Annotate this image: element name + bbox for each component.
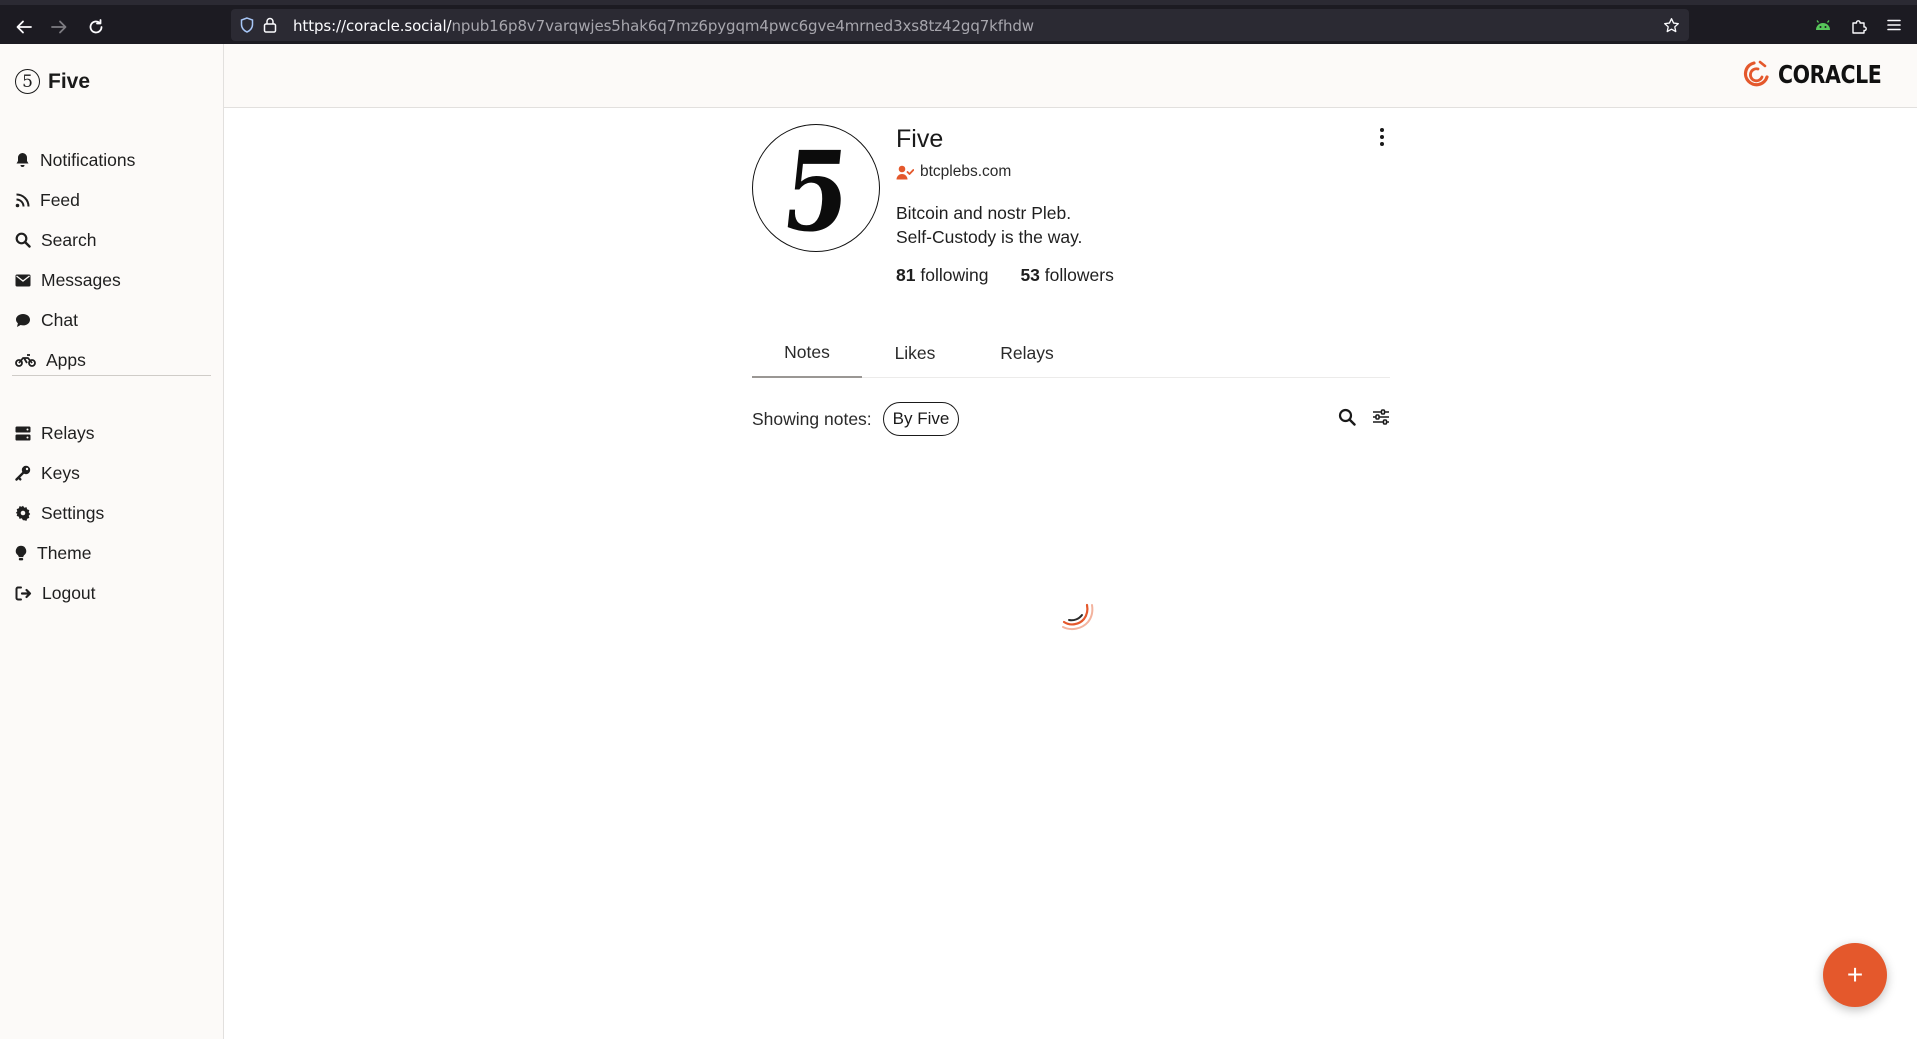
- sidebar-item-logout[interactable]: Logout: [15, 573, 210, 613]
- tab-notes[interactable]: Notes: [752, 328, 862, 378]
- filter-actions: [1338, 408, 1390, 426]
- sidebar-item-messages[interactable]: Messages: [15, 260, 210, 300]
- secondary-menu: Relays Keys Settings Theme Logout: [15, 413, 210, 613]
- tab-relays[interactable]: Relays: [968, 328, 1086, 378]
- profile-about: Bitcoin and nostr Pleb. Self-Custody is …: [896, 201, 1082, 249]
- more-dots-icon: [1380, 142, 1384, 146]
- sidebar-item-chat[interactable]: Chat: [15, 300, 210, 340]
- avatar-glyph: 5: [776, 126, 856, 252]
- account-brand[interactable]: 5 Five: [15, 69, 90, 94]
- sidebar-item-keys[interactable]: Keys: [15, 453, 210, 493]
- primary-menu: Notifications Feed Search Messages Chat …: [15, 140, 210, 380]
- search-icon: [15, 232, 31, 248]
- sidebar-item-settings[interactable]: Settings: [15, 493, 210, 533]
- followers-link[interactable]: 53 followers: [1020, 265, 1113, 286]
- sidebar-item-relays[interactable]: Relays: [15, 413, 210, 453]
- about-line: Bitcoin and nostr Pleb.: [896, 203, 1072, 223]
- sidebar-item-theme[interactable]: Theme: [15, 533, 210, 573]
- tab-likes[interactable]: Likes: [862, 328, 968, 378]
- profile-more-options-button[interactable]: [1372, 126, 1392, 148]
- url-host: https://coracle.social/: [293, 17, 452, 35]
- sidebar-item-label: Settings: [41, 502, 105, 523]
- user-check-icon: [896, 165, 914, 179]
- chat-bubble-icon: [16, 313, 30, 327]
- sidebar-item-label: Notifications: [40, 149, 136, 170]
- author-filter-pill[interactable]: By Five: [882, 402, 960, 436]
- shield-icon[interactable]: [240, 17, 254, 33]
- rss-icon: [15, 193, 30, 207]
- server-icon: [15, 426, 31, 440]
- search-icon[interactable]: [1338, 408, 1356, 426]
- gear-icon: [15, 505, 31, 521]
- arrow-right-icon: [51, 20, 67, 34]
- lightbulb-icon: [15, 545, 27, 561]
- following-count: 81: [896, 265, 916, 285]
- arrow-left-icon: [16, 20, 32, 34]
- reload-button[interactable]: [85, 16, 107, 38]
- motorcycle-icon: [15, 354, 36, 367]
- more-dots-icon: [1380, 128, 1384, 132]
- sidebar-item-apps[interactable]: Apps: [15, 340, 210, 380]
- logo-text: CORACLE: [1777, 59, 1882, 89]
- sidebar-item-feed[interactable]: Feed: [15, 180, 210, 220]
- browser-toolbar: https://coracle.social/npub16p8v7varqwje…: [0, 0, 1917, 44]
- coracle-logo-icon: [1743, 60, 1769, 87]
- more-dots-icon: [1380, 135, 1384, 139]
- followers-label: followers: [1044, 265, 1114, 285]
- sidebar-item-label: Theme: [37, 542, 92, 563]
- sliders-icon[interactable]: [1372, 408, 1390, 426]
- envelope-icon: [15, 274, 31, 286]
- coracle-logo[interactable]: CORACLE: [1740, 58, 1904, 90]
- url-text[interactable]: https://coracle.social/npub16p8v7varqwje…: [293, 17, 1034, 35]
- logout-icon: [15, 586, 32, 600]
- back-button[interactable]: [13, 16, 35, 38]
- loading-spinner-icon: [1062, 603, 1094, 631]
- nip05-verification[interactable]: btcplebs.com: [896, 163, 1011, 181]
- sidebar-divider: [12, 375, 211, 376]
- profile-avatar: 5: [752, 124, 880, 252]
- account-name: Five: [48, 69, 91, 93]
- puzzle-icon[interactable]: [1850, 17, 1868, 35]
- star-icon[interactable]: [1663, 17, 1680, 34]
- sidebar-item-search[interactable]: Search: [15, 220, 210, 260]
- account-avatar: 5: [15, 69, 40, 94]
- key-icon: [15, 465, 31, 481]
- sidebar-item-label: Search: [41, 229, 97, 250]
- profile-tabs: Notes Likes Relays: [752, 328, 1390, 378]
- bell-icon: [16, 153, 29, 167]
- sidebar-item-label: Apps: [46, 349, 86, 370]
- extension-android-icon[interactable]: [1814, 17, 1832, 33]
- hamburger-menu-icon[interactable]: [1886, 17, 1902, 33]
- followers-count: 53: [1020, 265, 1040, 285]
- following-link[interactable]: 81 following: [896, 265, 988, 286]
- filter-label: Showing notes:: [752, 408, 872, 429]
- sidebar: 5 Five Notifications Feed Search Message…: [0, 44, 224, 1039]
- sidebar-item-notifications[interactable]: Notifications: [15, 140, 210, 180]
- sidebar-item-label: Keys: [41, 462, 80, 483]
- profile-name: Five: [896, 125, 944, 153]
- address-bar[interactable]: https://coracle.social/npub16p8v7varqwje…: [231, 9, 1689, 41]
- sidebar-item-label: Feed: [40, 189, 80, 210]
- nip05-domain: btcplebs.com: [920, 163, 1012, 180]
- reload-icon: [89, 19, 103, 34]
- about-line: Self-Custody is the way.: [896, 227, 1083, 247]
- forward-button[interactable]: [48, 16, 70, 38]
- notes-filter-row: Showing notes: By Five: [752, 402, 1390, 436]
- url-path: npub16p8v7varqwjes5hak6q7mz6pygqm4pwc6gv…: [451, 17, 1034, 35]
- profile-stats: 81 following 53 followers: [896, 265, 1114, 286]
- sidebar-item-label: Chat: [41, 309, 78, 330]
- sidebar-item-label: Messages: [41, 269, 121, 290]
- following-label: following: [920, 265, 989, 285]
- lock-icon[interactable]: [263, 17, 277, 33]
- compose-note-button[interactable]: +: [1823, 943, 1887, 1007]
- sidebar-item-label: Logout: [42, 582, 96, 603]
- sidebar-item-label: Relays: [41, 422, 95, 443]
- top-header: CORACLE: [224, 44, 1917, 108]
